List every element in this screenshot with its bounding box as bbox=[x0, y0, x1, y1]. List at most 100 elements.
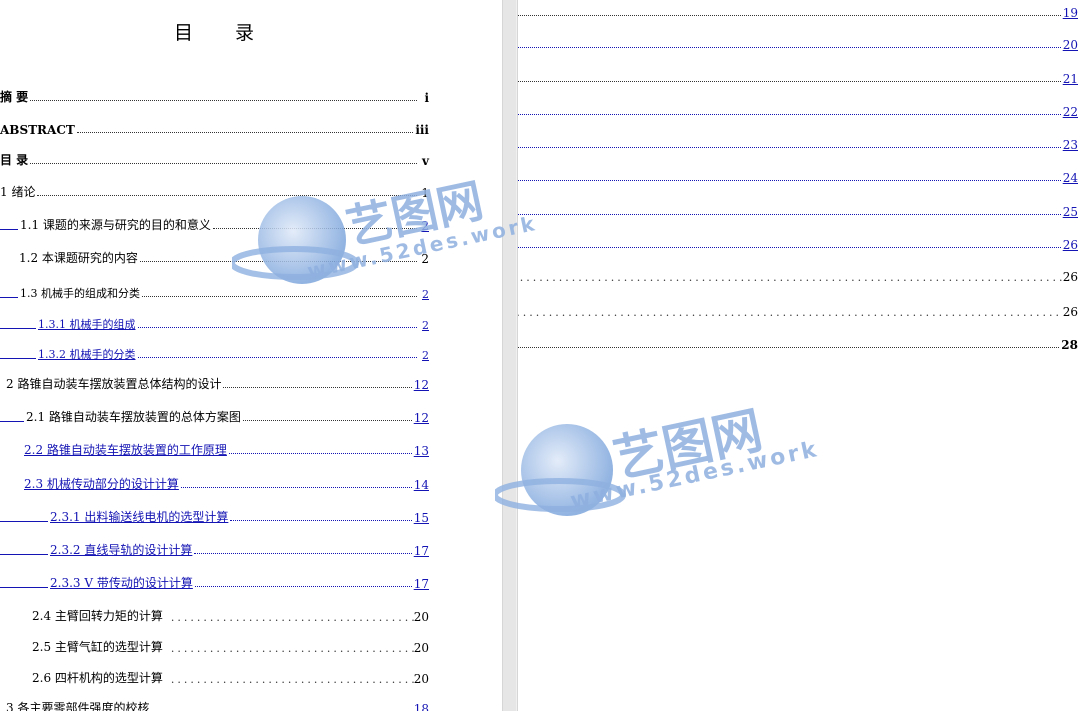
toc-entry-label: 1 绪论 bbox=[0, 185, 36, 199]
toc-entry-label: 摘 要 bbox=[0, 90, 29, 104]
right-toc-entry[interactable]: 5. 机械手的 PLC 控制系统设计26 bbox=[518, 232, 1078, 252]
toc-entry-label: 3 各主要零部件强度的校核 bbox=[6, 701, 150, 711]
toc-page-number: 17 bbox=[413, 544, 429, 558]
toc-entry-label: 2.1 路锥自动装车摆放装置的总体方案图 bbox=[26, 410, 241, 424]
toc-entry-label: 目 录 bbox=[0, 153, 29, 167]
left-toc-entry[interactable]: 1.1 课题的来源与研究的目的和意义 2 bbox=[0, 213, 429, 233]
toc-link-underline bbox=[0, 553, 48, 555]
toc-leader-dots bbox=[142, 296, 417, 297]
left-toc-entry[interactable]: 2.3.1 出料输送线电机的选型计算 15 bbox=[0, 505, 429, 525]
toc-page-number: iii bbox=[415, 123, 429, 137]
toc-page-number: 24 bbox=[1062, 171, 1078, 185]
toc-link-underline bbox=[0, 228, 18, 230]
toc-page-number: 23 bbox=[1062, 138, 1078, 152]
left-toc-entry[interactable]: 2.3.3 V 带传动的设计计算 17 bbox=[0, 571, 429, 591]
toc-page-number: 25 bbox=[1062, 205, 1078, 219]
toc-page-number: 14 bbox=[413, 478, 429, 492]
toc-leader-dots: ........................................… bbox=[170, 642, 414, 655]
toc-entry-label: 2.3.2 直线导轨的设计计算 bbox=[50, 543, 193, 557]
toc-page-number: 22 bbox=[1062, 105, 1078, 119]
toc-entry-label: 1.3.1 机械手的组成 bbox=[38, 318, 136, 331]
toc-page-number: 21 bbox=[1062, 72, 1078, 86]
right-toc-entry[interactable]: 4.3 夹具的三维建模24 bbox=[518, 165, 1078, 185]
right-toc-entry[interactable]: 4.1 电机的三维建模22 bbox=[518, 99, 1078, 119]
toc-leader-dots: ........................................… bbox=[518, 306, 1063, 319]
toc-leader-dots bbox=[518, 214, 1061, 215]
toc-page-number: 20 bbox=[413, 641, 429, 655]
toc-page-number: 1 bbox=[421, 186, 429, 200]
toc-page-number: 12 bbox=[413, 411, 429, 425]
right-toc-entry[interactable]: 3.2 轴承强度的校核计算20 bbox=[518, 32, 1078, 52]
page-gutter bbox=[503, 0, 516, 711]
right-toc-entry[interactable]: 3.1 传动轴的校核与计算19 bbox=[518, 0, 1078, 20]
left-toc-entry[interactable]: 2.3.2 直线导轨的设计计算 17 bbox=[0, 538, 429, 558]
toc-page-number: 20 bbox=[1062, 38, 1078, 52]
left-toc-entry: 2.6 四杆机构的选型计算...........................… bbox=[32, 666, 429, 686]
toc-leader-dots bbox=[137, 327, 417, 328]
toc-leader-dots bbox=[518, 81, 1061, 82]
toc-leader-dots bbox=[518, 47, 1061, 48]
left-toc-entry: 1.2 本课题研究的内容 2 bbox=[19, 246, 429, 266]
left-toc-entry: 2.5 主臂气缸的选型计算...........................… bbox=[32, 635, 429, 655]
toc-page-number: 26 bbox=[1062, 270, 1078, 284]
document-page-left: 目 录 摘 要 i ABSTRACT iii 目 录 v 1 绪论 1 1.1 课题的来源与研究… bbox=[0, 0, 503, 711]
left-toc-entry[interactable]: 2.1 路锥自动装车摆放装置的总体方案图 12 bbox=[0, 405, 429, 425]
toc-leader-dots bbox=[194, 553, 412, 554]
toc-entry-label: 2.6 四杆机构的选型计算 bbox=[32, 671, 163, 685]
toc-leader-dots bbox=[37, 195, 417, 196]
toc-link-underline bbox=[0, 357, 36, 359]
toc-page-number: 19 bbox=[1062, 6, 1078, 20]
right-toc-entry: 结 论28 bbox=[518, 332, 1078, 352]
toc-leader-dots: ........................................… bbox=[170, 611, 414, 624]
left-toc-entry[interactable]: 1.3.2 机械手的分类 2 bbox=[0, 342, 429, 362]
left-toc-entry[interactable]: 2.2 路锥自动装车摆放装置的工作原理 13 bbox=[24, 438, 429, 458]
toc-leader-dots: ........................................… bbox=[518, 271, 1063, 284]
toc-leader-dots bbox=[518, 15, 1061, 16]
toc-page-number: 2 bbox=[422, 349, 429, 362]
left-toc-entry: 目 录v bbox=[0, 148, 429, 168]
toc-page-number: i bbox=[424, 91, 429, 105]
left-toc-entry[interactable]: 2.3 机械传动部分的设计计算 14 bbox=[24, 472, 429, 492]
toc-entry-label: 2.2 路锥自动装车摆放装置的工作原理 bbox=[24, 443, 227, 457]
toc-leader-dots bbox=[30, 163, 417, 164]
toc-entry-label: 2.4 主臂回转力矩的计算 bbox=[32, 609, 163, 623]
toc-entry-label: 1.3 机械手的组成和分类 bbox=[20, 287, 140, 300]
toc-title: 目 录 bbox=[174, 22, 273, 44]
left-toc-entry[interactable]: 1.3 机械手的组成和分类 2 bbox=[0, 281, 429, 301]
toc-page-number: 15 bbox=[413, 511, 429, 525]
left-toc-entry[interactable]: 1.3.1 机械手的组成 2 bbox=[0, 312, 429, 332]
toc-page-number: v bbox=[422, 154, 429, 168]
toc-page-number: 2 bbox=[421, 219, 429, 233]
toc-leader-dots bbox=[242, 420, 412, 421]
right-toc-entry: 5.1 可编程控制器的选择...........................… bbox=[518, 264, 1078, 284]
toc-page-number: 2 bbox=[422, 288, 429, 301]
left-toc-entry: ABSTRACT iii bbox=[0, 117, 429, 137]
left-toc-entry[interactable]: 3 各主要零部件强度的校核 18 bbox=[6, 696, 429, 711]
left-toc-entry: 1 绪论 1 bbox=[0, 180, 429, 200]
toc-page-number: 2 bbox=[421, 252, 429, 266]
toc-leader-dots bbox=[223, 387, 412, 388]
toc-entry-label: 1.3.2 机械手的分类 bbox=[38, 348, 136, 361]
toc-page-number: 13 bbox=[413, 444, 429, 458]
toc-link-underline bbox=[0, 327, 36, 329]
toc-page-number: 17 bbox=[413, 577, 429, 591]
document-page-right: 3.1 传动轴的校核与计算19 3.2 轴承强度的校核计算20 4 路锥自动装车摆放… bbox=[517, 0, 1079, 711]
toc-entry-label: 2.3.1 出料输送线电机的选型计算 bbox=[50, 510, 229, 524]
toc-entry-label: 2 路锥自动装车摆放装置总体结构的设计 bbox=[6, 377, 222, 391]
toc-page-number: 12 bbox=[413, 378, 429, 392]
toc-page-number: 18 bbox=[413, 702, 429, 711]
toc-leader-dots: ........................................… bbox=[170, 673, 414, 686]
toc-leader-dots bbox=[194, 586, 412, 587]
toc-leader-dots bbox=[518, 247, 1061, 248]
toc-leader-dots bbox=[518, 180, 1061, 181]
toc-leader-dots bbox=[230, 520, 412, 521]
right-toc-entry[interactable]: 4 路锥自动装车摆放装置中主要零件的三维建模21 bbox=[518, 66, 1078, 86]
toc-leader-dots bbox=[76, 132, 414, 133]
right-toc-entry[interactable]: 4.4 路锥自动装车摆放装置的三维建模25 bbox=[518, 199, 1078, 219]
left-toc-entry[interactable]: 2 路锥自动装车摆放装置总体结构的设计 12 bbox=[6, 372, 429, 392]
toc-page-number: 28 bbox=[1061, 338, 1078, 352]
toc-entry-label: 2.3 机械传动部分的设计计算 bbox=[24, 477, 179, 491]
right-toc-entry[interactable]: 4.2 机械手的三维建模23 bbox=[518, 132, 1078, 152]
toc-entry-label: 1.2 本课题研究的内容 bbox=[19, 251, 138, 265]
right-toc-entry: 5.2 可编程控制器的使用步骤.........................… bbox=[518, 299, 1078, 319]
